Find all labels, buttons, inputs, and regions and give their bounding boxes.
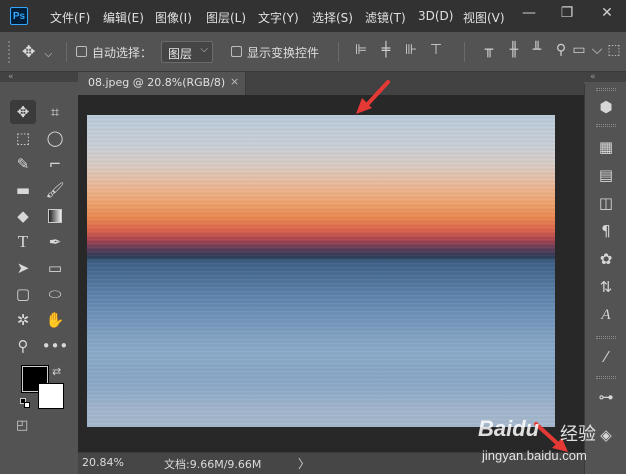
move-tool-preset[interactable]: ✥ ⌵ [22,42,60,62]
layers-panel-icon[interactable]: ◈ [595,424,617,446]
panels-collapse-strip[interactable]: « [584,72,626,82]
document-tab-title: 08.jpeg @ 20.8%(RGB/8) [88,76,226,89]
dock-grip[interactable] [596,336,616,339]
move-tool-icon[interactable]: ✥ [10,100,36,124]
photoshop-logo: Ps [10,7,28,25]
gradient-icon[interactable] [42,204,68,228]
rectangle-shape-icon[interactable]: ▭ [42,256,68,280]
swap-colors-icon[interactable]: ⇄ [52,365,61,378]
history-panel-icon[interactable]: ⇅ [595,276,617,298]
more-tools-icon[interactable]: ••• [42,334,69,358]
eraser-icon[interactable]: ◆ [10,204,36,228]
workspace-icon[interactable]: ▭ [570,42,588,62]
path-selection-icon[interactable]: ➤ [10,256,36,280]
quick-mask-icon[interactable]: ◰ [16,418,28,433]
close-window-button[interactable]: ✕ [592,4,622,22]
ellipse-icon[interactable]: ⬭ [42,282,68,306]
chevron-down-icon: ⌵ [44,49,53,60]
brush-settings-icon[interactable]: ⁄ [595,346,617,368]
auto-select-dropdown[interactable]: 图层 ⌵ [161,41,213,63]
dock-grip[interactable] [596,88,616,91]
document-size: 文档:9.66M/9.66M [164,458,262,471]
menu-filter[interactable]: 滤镜(T) [365,9,406,26]
status-bar: 20.84% 文档:9.66M/9.66M 〉 [78,452,584,474]
move-icon: ✥ [22,42,36,61]
notes-panel-icon[interactable]: ▤ [595,164,617,186]
lasso-icon[interactable]: ◯ [42,126,68,150]
collapse-icon: « [590,72,596,82]
align-left-edges-icon[interactable]: ⊫ [352,42,370,62]
pen-icon[interactable]: ✒ [42,230,68,254]
ruler-icon[interactable]: ▬ [10,178,36,202]
align-right-edges-icon[interactable]: ⊪ [402,42,420,62]
document-tab[interactable]: 08.jpeg @ 20.8%(RGB/8) × [78,72,246,95]
character-panel-icon[interactable]: A [595,304,617,326]
color-palette-icon[interactable]: ✿ [595,248,617,270]
minimize-button[interactable]: — [514,4,544,22]
menu-image[interactable]: 图像(I) [155,9,192,26]
table-panel-icon[interactable]: ▦ [595,136,617,158]
show-transform-label: 显示变换控件 [247,46,320,60]
tools-panel: ✥ ⌗ ⬚ ◯ ✎ ⌐ ▬ 🖌 ◆ T ✒ ➤ ▭ ▢ ⬭ ✲ ✋ ⚲ ••• … [4,96,76,446]
adjustments-panel-icon[interactable]: ⊶ [595,386,617,408]
distribute-vertical-centers-icon[interactable]: ╫ [505,42,523,62]
zoom-icon[interactable]: ⚲ [10,334,36,358]
custom-shape-icon[interactable]: ✲ [10,308,36,332]
image-texture [87,115,555,427]
paragraph-panel-icon[interactable]: ¶ [595,220,617,242]
separator [338,42,339,62]
auto-select-value: 图层 [168,47,193,61]
3d-panel-icon[interactable]: ⬢ [595,96,617,118]
document-tab-bar: 08.jpeg @ 20.8%(RGB/8) × [78,72,584,95]
show-transform-checkbox[interactable] [231,46,242,57]
separator [464,42,465,62]
dock-grip[interactable] [596,376,616,379]
menu-view[interactable]: 视图(V) [463,9,505,26]
options-bar: ✥ ⌵ 自动选择： 图层 ⌵ 显示变换控件 ⊫ ╪ ⊪ ⊤ ╥ ╫ ╨ ⚲ ▭ … [0,32,626,72]
menu-file[interactable]: 文件(F) [50,9,90,26]
menu-bar: Ps 文件(F) 编辑(E) 图像(I) 图层(L) 文字(Y) 选择(S) 滤… [0,0,626,32]
share-icon[interactable]: ⬚ [605,42,623,62]
hand-icon[interactable]: ✋ [42,308,68,332]
menu-type[interactable]: 文字(Y) [258,9,299,26]
default-colors-icon[interactable] [20,398,30,408]
crop-icon[interactable]: ⌐ [42,152,68,176]
align-top-edges-icon[interactable]: ⊤ [427,42,445,62]
right-panel-dock: ⬢ ▦ ▤ ◫ ¶ ✿ ⇅ A ⁄ ⊶ ◈ [584,84,626,474]
distribute-top-icon[interactable]: ╥ [480,42,498,62]
rectangular-marquee-icon[interactable]: ⬚ [10,126,36,150]
options-grip[interactable] [8,41,10,63]
close-tab-icon[interactable]: × [230,75,239,88]
align-horizontal-centers-icon[interactable]: ╪ [377,42,395,62]
type-tool-icon[interactable]: T [10,230,36,254]
separator [66,42,67,62]
background-color-swatch[interactable] [38,383,64,409]
restore-button[interactable]: ❐ [552,4,582,22]
menu-select[interactable]: 选择(S) [312,9,353,26]
chevron-down-icon[interactable]: ⌵ [588,42,606,62]
tools-collapse-strip[interactable]: « [0,72,78,82]
distribute-bottom-icon[interactable]: ╨ [528,42,546,62]
auto-select-label: 自动选择： [92,46,153,60]
menu-layer[interactable]: 图层(L) [206,9,246,26]
canvas-area[interactable] [78,95,584,452]
artboard-tool-icon[interactable]: ⌗ [42,100,68,124]
document-image[interactable] [87,115,555,427]
quick-selection-icon[interactable]: ✎ [10,152,36,176]
zoom-level[interactable]: 20.84% [82,456,124,469]
status-menu-arrow-icon[interactable]: 〉 [298,455,310,472]
swatches-panel-icon[interactable]: ◫ [595,192,617,214]
dock-grip[interactable] [596,124,616,127]
search-icon[interactable]: ⚲ [552,42,570,62]
gradient-swatch [48,209,62,223]
menu-3d[interactable]: 3D(D) [418,9,453,23]
menu-edit[interactable]: 编辑(E) [103,9,144,26]
collapse-icon: « [8,72,14,82]
auto-select-checkbox[interactable] [76,46,87,57]
brush-icon[interactable]: 🖌 [42,178,68,202]
rounded-rectangle-icon[interactable]: ▢ [10,282,36,306]
chevron-down-icon: ⌵ [200,44,208,55]
